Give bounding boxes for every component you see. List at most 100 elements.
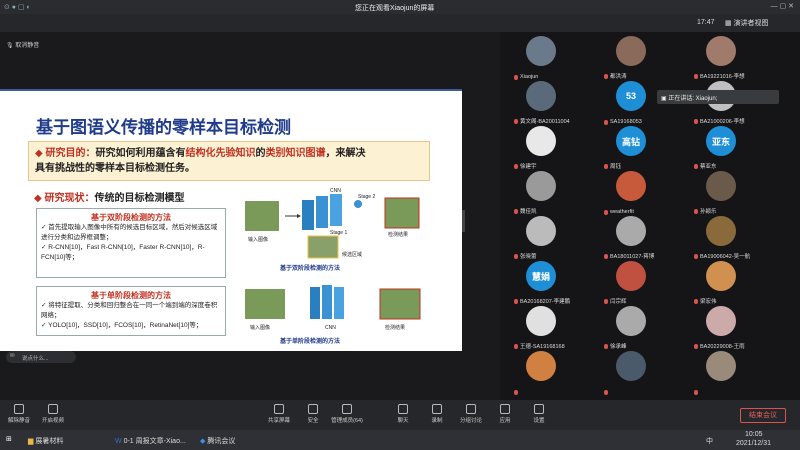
taskbar-app-3[interactable]: ◆ 腾讯会议	[200, 436, 235, 446]
avatar	[706, 306, 736, 336]
tray-date: 2021/12/31	[736, 440, 772, 447]
avatar: 慧娟	[526, 261, 556, 291]
clock: 17:47	[697, 19, 715, 26]
avatar	[526, 351, 556, 381]
one-stage-figure: 输入图像 CNN 检测结果 基于单阶段检测的方法	[245, 285, 421, 345]
tray-lang[interactable]: 中	[706, 436, 713, 446]
avatar	[526, 126, 556, 156]
speaker-view-button[interactable]: ▦ 演讲者视图	[725, 18, 769, 28]
participant-name	[604, 390, 610, 395]
topbar-icons: ⊙ ● ▢ ◐	[4, 4, 31, 11]
chat-icon	[398, 404, 408, 414]
fig2-cnn-label: CNN	[325, 325, 336, 331]
fig1-caption: 基于双阶段检测的方法	[279, 264, 340, 272]
chat-input[interactable]: ✉ 说点什么...	[6, 351, 76, 363]
fig1-cnn-label: CNN	[330, 188, 341, 194]
fig1-stage1-label: Stage 1	[330, 230, 347, 236]
fig1-output-label: 检测结果	[388, 231, 408, 238]
avatar	[616, 306, 646, 336]
avatar	[706, 171, 736, 201]
people-icon	[342, 404, 352, 414]
fig1-region-label: 候选区域	[342, 251, 362, 258]
cnn-layer	[302, 200, 314, 230]
muted-mic-icon	[694, 390, 698, 395]
avatar	[706, 36, 736, 66]
two-stage-figure: 输入图像 检测结果 CNN Stage 1 Stage 2 候选区域 基于双阶段…	[245, 188, 420, 272]
avatar	[616, 261, 646, 291]
avatar	[706, 351, 736, 381]
fig2-caption: 基于单阶段检测的方法	[279, 337, 340, 345]
participant-name	[694, 390, 700, 395]
participant-grid: Xiaojun 都洪涛 BA19221016-李想 黄文阁-BA20011004 53 S…	[500, 32, 800, 400]
avatar	[616, 171, 646, 201]
purpose-label: 研究目的：	[45, 148, 96, 159]
avatar	[616, 216, 646, 246]
mic-icon: 🎙	[6, 43, 14, 49]
gear-icon	[534, 404, 544, 414]
start-icon[interactable]: ⊞	[6, 435, 12, 443]
participant-tile[interactable]	[508, 345, 576, 401]
apps-button[interactable]: 应用	[488, 404, 522, 428]
avatar	[526, 306, 556, 336]
muted-mic-icon	[604, 390, 608, 395]
status-line: ◆ 研究现状：传统的目标检测模型	[34, 193, 185, 204]
shield-icon	[308, 404, 318, 414]
participant-tile[interactable]	[688, 345, 756, 401]
breakout-icon	[466, 404, 476, 414]
taskbar-app-1[interactable]: ▆ 展暑材料	[28, 436, 63, 446]
breakout-button[interactable]: 分组讨论	[454, 404, 488, 428]
security-button[interactable]: 安全	[296, 404, 330, 428]
speaking-indicator: ▣ 正在讲话: Xiaojun;	[657, 90, 779, 104]
fig2-output-label: 检测结果	[385, 324, 405, 331]
purpose-box: ◆ 研究目的：研究如何利用蕴含有结构化先验知识的类别知识图谱，来解决 具有挑战性的…	[28, 141, 430, 181]
one-stage-box: 基于单阶段检测的方法 ✓ 将特征提取、分类和回归整合在一同一个端到端的深度卷积网…	[36, 286, 226, 336]
window-controls[interactable]: — ▢ ✕	[771, 2, 794, 10]
members-button[interactable]: 管理成员(64)	[330, 404, 364, 428]
video-button[interactable]: 开启视频	[36, 404, 70, 428]
avatar	[706, 261, 736, 291]
avatar: 高钻	[616, 126, 646, 156]
window-title: 您正在观看Xiaojun的屏幕	[355, 5, 435, 12]
word-icon: W	[115, 438, 124, 445]
mute-button[interactable]: 解除静音	[2, 404, 36, 428]
apps-icon	[500, 404, 510, 414]
presentation-slide: 基于图语义传播的零样本目标检测 ◆ 研究目的：研究如何利用蕴含有结构化先验知识的…	[0, 89, 462, 351]
input-image	[245, 201, 279, 231]
tray-time: 10:05	[745, 431, 763, 438]
slide-title: 基于图语义传播的零样本目标检测	[36, 118, 291, 137]
avatar	[616, 351, 646, 381]
fig1-stage2-label: Stage 2	[358, 194, 375, 200]
top-status-bar: ⊙ ● ▢ ◐ 您正在观看Xiaojun的屏幕 — ▢ ✕	[0, 0, 800, 14]
share-screen-button[interactable]: 共享屏幕	[262, 404, 296, 428]
camera-icon	[48, 404, 58, 414]
cnn-layer-2	[310, 287, 320, 319]
two-stage-box: 基于双阶段检测的方法 ✓ 首先提取输入图像中所有的候选目标区域，然后对候选区域进…	[36, 208, 226, 278]
taskbar-app-2[interactable]: W 0-1 周报文章-Xiao...	[115, 436, 186, 446]
avatar	[706, 216, 736, 246]
participant-name	[514, 390, 520, 395]
fig2-input-label: 输入图像	[250, 324, 270, 331]
avatar	[526, 81, 556, 111]
chat-icon: ✉	[10, 353, 15, 359]
meeting-title-bar: 17:47 ▦ 演讲者视图	[0, 14, 800, 32]
muted-mic-icon	[514, 390, 518, 395]
grid-icon: ▦	[725, 20, 734, 27]
record-button[interactable]: 录制	[420, 404, 454, 428]
chat-button[interactable]: 聊天	[386, 404, 420, 428]
avatar	[526, 36, 556, 66]
avatar	[526, 171, 556, 201]
participant-tile[interactable]	[598, 345, 666, 401]
end-meeting-button[interactable]: 结束会议	[740, 408, 786, 423]
avatar: 53	[616, 81, 646, 111]
mic-icon	[14, 404, 24, 414]
avatar	[616, 36, 646, 66]
os-taskbar: ⊞ ▆ 展暑材料 W 0-1 周报文章-Xiao... ◆ 腾讯会议 中 10:…	[0, 430, 800, 450]
share-icon	[274, 404, 284, 414]
input-image-2	[245, 289, 285, 319]
settings-button[interactable]: 设置	[522, 404, 556, 428]
record-icon	[432, 404, 442, 414]
unmute-hint[interactable]: 🎙 取消静音	[6, 40, 39, 49]
fig1-input-label: 输入图像	[248, 236, 268, 243]
avatar: 亚东	[706, 126, 736, 156]
avatar	[526, 216, 556, 246]
